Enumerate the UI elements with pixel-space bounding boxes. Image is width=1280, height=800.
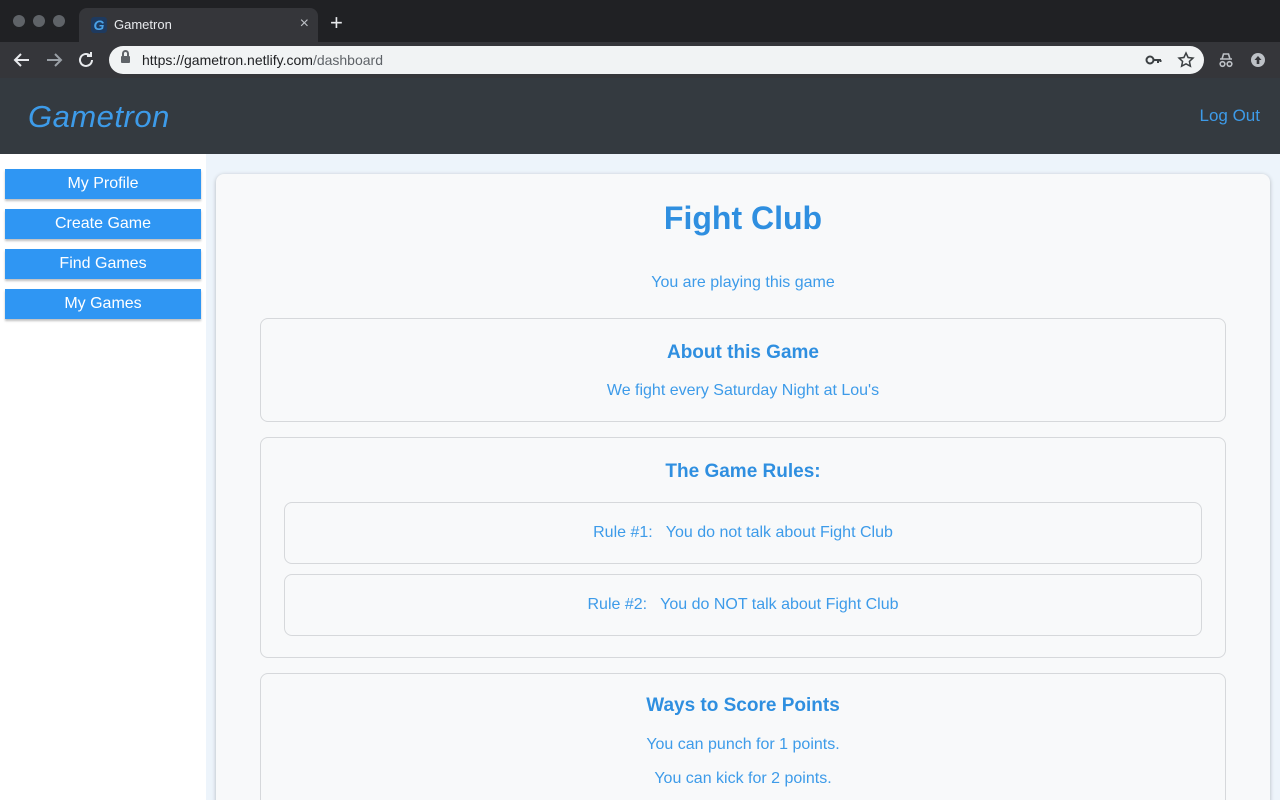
about-text: We fight every Saturday Night at Lou's [606,382,880,399]
score-item: You can punch for 1 points. [646,736,840,753]
star-icon[interactable] [1177,51,1195,69]
gametron-favicon-icon: G [91,17,107,33]
scoring-panel: Ways to Score Points You can punch for 1… [260,673,1226,800]
rule-text: Rule #2: You do NOT talk about Fight Clu… [587,596,899,613]
incognito-icon[interactable] [1216,50,1236,70]
back-icon[interactable] [10,48,34,72]
score-item: You can kick for 2 points. [654,770,832,787]
sidebar: My Profile Create Game Find Games My Gam… [0,154,206,800]
forward-icon[interactable] [42,48,66,72]
main-content: Fight Club You are playing this game Abo… [206,154,1280,800]
rule-text: Rule #1: You do not talk about Fight Clu… [593,524,893,541]
logout-link[interactable]: Log Out [1200,106,1261,126]
tab-title: Gametron [114,17,172,32]
participation-status: You are playing this game [651,274,835,291]
sidebar-item-my-profile[interactable]: My Profile [5,169,201,199]
browser-titlebar: G Gametron × + [0,0,1280,42]
rule-item: Rule #2: You do NOT talk about Fight Clu… [284,574,1202,636]
sidebar-item-create-game[interactable]: Create Game [5,209,201,239]
app-header: Gametron Log Out [0,78,1280,154]
address-bar[interactable]: https://gametron.netlify.com/dashboard [109,46,1204,74]
sidebar-item-my-games[interactable]: My Games [5,289,201,319]
sidebar-item-find-games[interactable]: Find Games [5,249,201,279]
minimize-window-button[interactable] [33,15,45,27]
url-text: https://gametron.netlify.com/dashboard [142,52,383,68]
about-title: About this Game [666,342,819,363]
rule-item: Rule #1: You do not talk about Fight Clu… [284,502,1202,564]
rules-title: The Game Rules: [665,461,821,482]
maximize-window-button[interactable] [53,15,65,27]
key-icon[interactable] [1145,51,1163,69]
new-tab-icon[interactable]: + [330,12,343,34]
tab-close-icon[interactable]: × [300,15,309,33]
rules-panel: The Game Rules: Rule #1: You do not talk… [260,437,1226,658]
game-title: Fight Club [663,200,823,236]
scoring-title: Ways to Score Points [646,695,840,716]
game-detail-card: Fight Club You are playing this game Abo… [216,174,1270,800]
about-panel: About this Game We fight every Saturday … [260,318,1226,422]
browser-toolbar: https://gametron.netlify.com/dashboard [0,42,1280,78]
lock-icon [121,50,130,63]
reload-icon[interactable] [74,48,98,72]
brand-logo[interactable]: Gametron [28,98,170,136]
browser-tab[interactable]: G Gametron × [79,8,318,42]
update-icon[interactable] [1248,50,1268,70]
close-window-button[interactable] [13,15,25,27]
